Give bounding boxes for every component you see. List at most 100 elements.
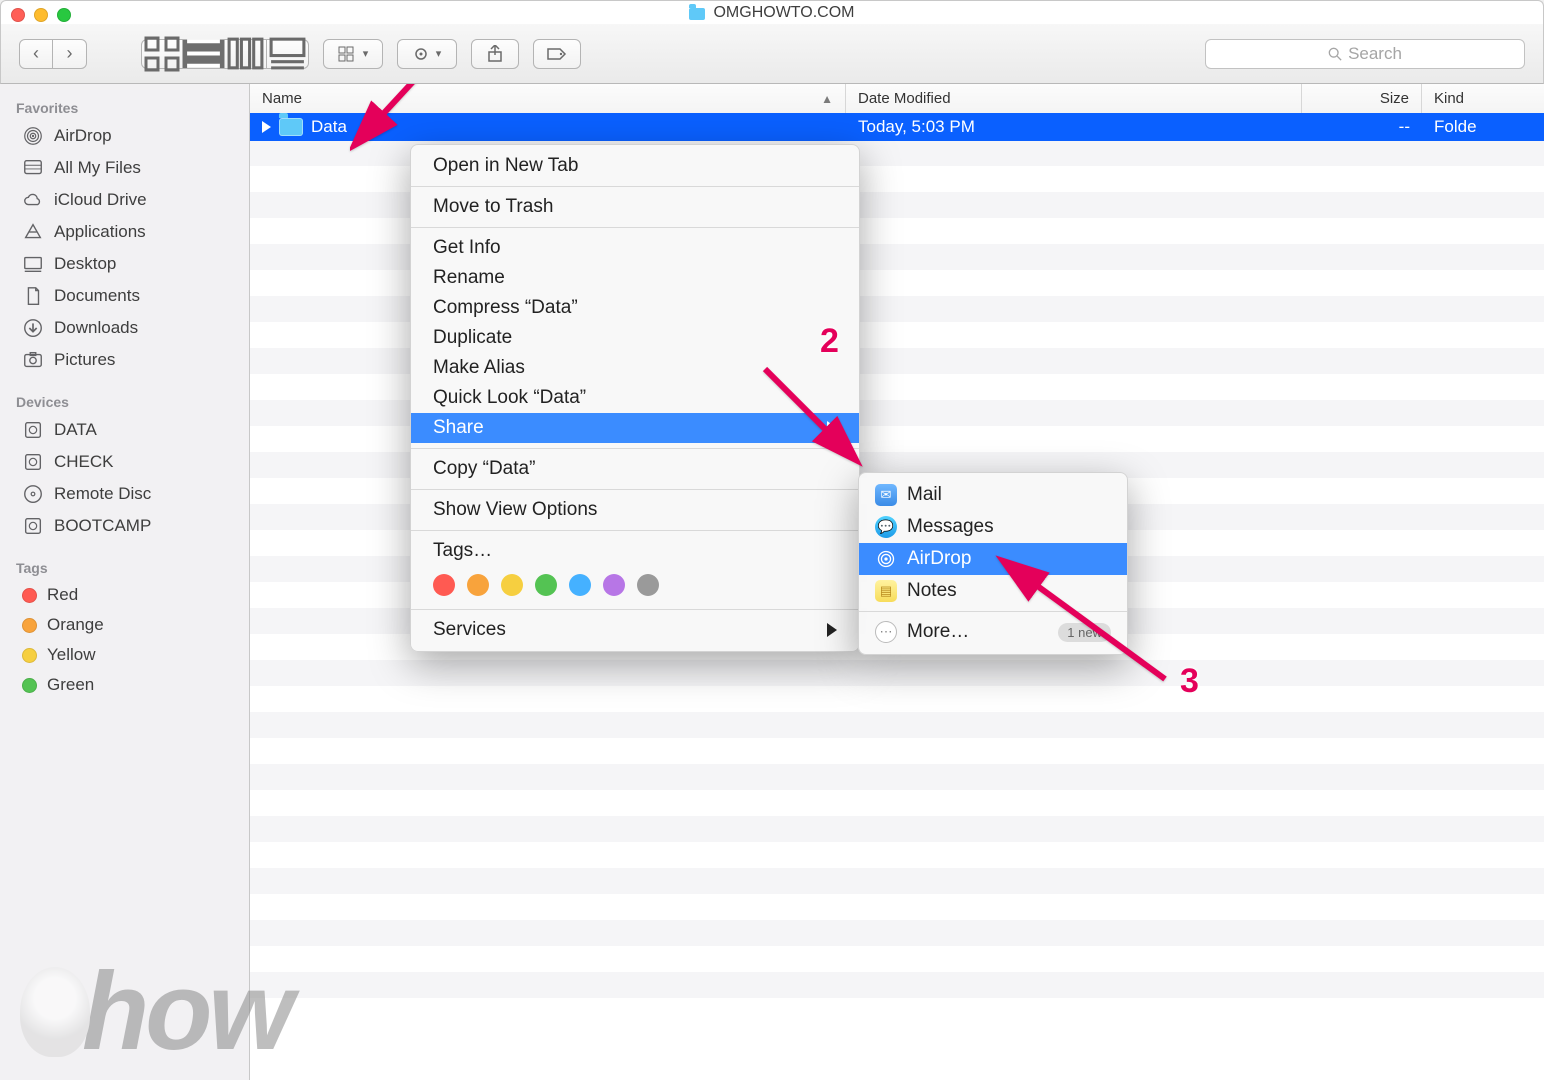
- documents-icon: [22, 285, 44, 307]
- applications-icon: [22, 221, 44, 243]
- coverflow-view-button[interactable]: [267, 39, 309, 69]
- share-button[interactable]: [471, 39, 519, 69]
- column-header-name[interactable]: Name▲: [250, 84, 846, 113]
- tag-color-swatch[interactable]: [535, 574, 557, 596]
- sidebar-item-label: iCloud Drive: [54, 190, 147, 210]
- sidebar-item-remotedisc[interactable]: Remote Disc: [0, 478, 249, 510]
- file-row[interactable]: Data Today, 5:03 PM -- Folde: [250, 114, 1544, 140]
- downloads-icon: [22, 317, 44, 339]
- sidebar-item-pictures[interactable]: Pictures: [0, 344, 249, 376]
- tag-color-swatch[interactable]: [433, 574, 455, 596]
- icon-view-button[interactable]: [141, 39, 183, 69]
- tag-color-swatch[interactable]: [603, 574, 625, 596]
- share-item-messages[interactable]: 💬Messages: [859, 511, 1127, 543]
- empty-row: [250, 920, 1544, 946]
- toolbar: ‹ › ▾ ▾: [0, 24, 1544, 84]
- list-icon: [183, 33, 224, 74]
- share-item-label: Mail: [907, 484, 942, 506]
- sidebar-tag-green[interactable]: Green: [0, 670, 249, 700]
- empty-row: [250, 686, 1544, 712]
- tag-dot-icon: [22, 648, 37, 663]
- tag-color-swatch[interactable]: [569, 574, 591, 596]
- sidebar-item-desktop[interactable]: Desktop: [0, 248, 249, 280]
- disk-icon: [22, 419, 44, 441]
- sidebar: Favorites AirDrop All My Files iCloud Dr…: [0, 84, 250, 1080]
- arrange-group: ▾: [323, 39, 383, 69]
- empty-row: [250, 660, 1544, 686]
- action-button[interactable]: ▾: [397, 39, 457, 69]
- menu-item-move-to-trash[interactable]: Move to Trash: [411, 192, 859, 222]
- arrange-icon: [338, 46, 360, 62]
- sidebar-tag-yellow[interactable]: Yellow: [0, 640, 249, 670]
- disclosure-triangle-icon[interactable]: [262, 121, 271, 133]
- column-header-size[interactable]: Size: [1302, 84, 1422, 113]
- column-view-button[interactable]: [225, 39, 267, 69]
- minimize-icon[interactable]: [34, 8, 48, 22]
- share-item-label: AirDrop: [907, 548, 971, 570]
- sidebar-tag-red[interactable]: Red: [0, 580, 249, 610]
- action-group: ▾: [397, 39, 457, 69]
- tag-color-swatch[interactable]: [501, 574, 523, 596]
- menu-item-show-view-options[interactable]: Show View Options: [411, 495, 859, 525]
- gear-icon: [413, 46, 433, 62]
- edit-tags-button[interactable]: [533, 39, 581, 69]
- sidebar-item-check[interactable]: CHECK: [0, 446, 249, 478]
- share-item-mail[interactable]: ✉︎Mail: [859, 479, 1127, 511]
- menu-item-services[interactable]: Services: [411, 615, 859, 645]
- menu-item-get-info[interactable]: Get Info: [411, 233, 859, 263]
- sidebar-tag-orange[interactable]: Orange: [0, 610, 249, 640]
- pictures-icon: [22, 349, 44, 371]
- search-icon: [1328, 47, 1342, 61]
- column-label: Date Modified: [858, 90, 951, 107]
- share-item-label: Notes: [907, 580, 957, 602]
- airdrop-icon: [875, 548, 897, 570]
- file-list: Name▲ Date Modified Size Kind Data Today…: [250, 84, 1544, 1080]
- menu-item-compress[interactable]: Compress “Data”: [411, 293, 859, 323]
- sidebar-item-data[interactable]: DATA: [0, 414, 249, 446]
- menu-item-duplicate[interactable]: Duplicate: [411, 323, 859, 353]
- sidebar-item-icloud[interactable]: iCloud Drive: [0, 184, 249, 216]
- sidebar-item-downloads[interactable]: Downloads: [0, 312, 249, 344]
- menu-item-open-new-tab[interactable]: Open in New Tab: [411, 151, 859, 181]
- annotation-arrow-3: [995, 554, 1175, 697]
- forward-button[interactable]: ›: [53, 39, 87, 69]
- sidebar-item-label: Green: [47, 675, 94, 695]
- sidebar-item-label: Applications: [54, 222, 146, 242]
- share-item-label: More…: [907, 621, 969, 643]
- list-view-button[interactable]: [183, 39, 225, 69]
- sidebar-item-label: Pictures: [54, 350, 115, 370]
- sidebar-item-documents[interactable]: Documents: [0, 280, 249, 312]
- sidebar-item-label: Yellow: [47, 645, 96, 665]
- sidebar-item-applications[interactable]: Applications: [0, 216, 249, 248]
- empty-row: [250, 946, 1544, 972]
- column-header-date[interactable]: Date Modified: [846, 84, 1302, 113]
- sidebar-item-airdrop[interactable]: AirDrop: [0, 120, 249, 152]
- empty-row: [250, 868, 1544, 894]
- column-header-kind[interactable]: Kind: [1422, 84, 1544, 113]
- menu-separator: [411, 227, 859, 228]
- search-input[interactable]: Search: [1205, 39, 1525, 69]
- zoom-icon[interactable]: [57, 8, 71, 22]
- disk-icon: [22, 451, 44, 473]
- menu-item-rename[interactable]: Rename: [411, 263, 859, 293]
- empty-row: [250, 816, 1544, 842]
- sidebar-item-bootcamp[interactable]: BOOTCAMP: [0, 510, 249, 542]
- tag-color-swatch[interactable]: [467, 574, 489, 596]
- sidebar-item-label: AirDrop: [54, 126, 112, 146]
- disc-icon: [22, 483, 44, 505]
- notes-icon: ▤: [875, 580, 897, 602]
- file-size: --: [1399, 117, 1410, 137]
- close-icon[interactable]: [11, 8, 25, 22]
- menu-item-tags[interactable]: Tags…: [411, 536, 859, 566]
- file-kind: Folde: [1434, 117, 1477, 137]
- disk-icon: [22, 515, 44, 537]
- window-controls: [11, 8, 71, 22]
- sidebar-item-allmyfiles[interactable]: All My Files: [0, 152, 249, 184]
- tag-color-swatch[interactable]: [637, 574, 659, 596]
- tag-dot-icon: [22, 618, 37, 633]
- arrange-button[interactable]: ▾: [323, 39, 383, 69]
- back-button[interactable]: ‹: [19, 39, 53, 69]
- empty-row: [250, 738, 1544, 764]
- column-label: Kind: [1434, 90, 1464, 107]
- window-title: OMGHOWTO.COM: [1, 4, 1543, 22]
